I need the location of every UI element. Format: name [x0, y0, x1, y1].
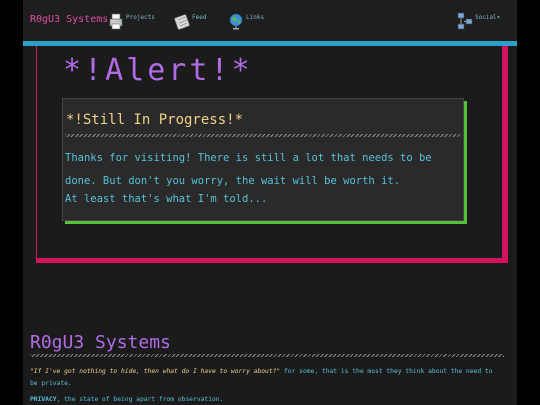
nav-links-label: Links	[246, 13, 265, 21]
feed-icon	[174, 14, 190, 30]
navbar: R0gU3 Systems Projects Feed Links Social…	[23, 0, 517, 46]
quote-text: "If I've got nothing to hide, then what …	[30, 368, 281, 375]
brand-link[interactable]: R0gU3 Systems	[30, 14, 108, 25]
nav-links[interactable]: Links	[228, 10, 264, 32]
progress-footnote: At least that's what I'm told...	[65, 193, 268, 205]
page: R0gU3 Systems Projects Feed Links Social…	[23, 0, 517, 405]
progress-divider	[65, 134, 461, 137]
progress-box: *!Still In Progress!* Thanks for visitin…	[62, 98, 464, 221]
nav-feed[interactable]: Feed	[174, 10, 206, 32]
privacy-definition: PRIVACY, the state of being apart from o…	[30, 396, 223, 403]
progress-title: *!Still In Progress!*	[66, 112, 244, 128]
privacy-term: PRIVACY	[30, 396, 57, 403]
section-title: R0gU3 Systems	[30, 332, 171, 353]
nav-projects-label: Projects	[126, 13, 155, 21]
network-icon	[457, 12, 473, 30]
progress-message: Thanks for visiting! There is still a lo…	[65, 152, 432, 187]
nav-projects[interactable]: Projects	[108, 10, 155, 32]
alert-title: *!Alert!*	[63, 53, 253, 88]
section-divider	[30, 354, 504, 357]
globe-icon	[229, 13, 243, 30]
printer-icon	[109, 13, 123, 30]
privacy-quote: "If I've got nothing to hide, then what …	[30, 366, 500, 390]
social-label: Social▾	[475, 13, 501, 21]
social-dropdown[interactable]: Social▾	[457, 10, 500, 32]
privacy-def: , the state of being apart from observat…	[56, 396, 224, 403]
nav-feed-label: Feed	[192, 13, 207, 21]
